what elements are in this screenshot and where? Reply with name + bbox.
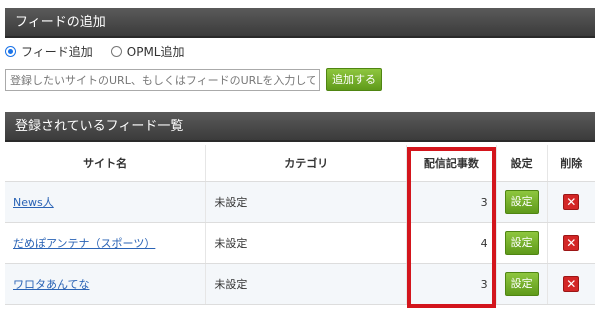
- table-row: だめぽアンテナ（スポーツ） 未設定 4 設定 ✕: [5, 222, 595, 264]
- opml-add-radio-label[interactable]: OPML追加: [127, 43, 185, 60]
- count-cell: 4: [406, 222, 497, 264]
- setting-button[interactable]: 設定: [504, 190, 539, 214]
- site-link[interactable]: News人: [13, 196, 54, 209]
- add-feed-title: フィードの追加: [15, 15, 106, 30]
- feed-add-radio[interactable]: [5, 45, 16, 57]
- table-row: ワロタあんてな 未設定 3 設定 ✕: [5, 263, 595, 305]
- table-row: News人 未設定 3 設定 ✕: [5, 181, 595, 223]
- setting-button[interactable]: 設定: [504, 231, 539, 255]
- close-icon[interactable]: ✕: [563, 276, 580, 292]
- setting-button[interactable]: 設定: [504, 272, 539, 296]
- feed-add-radio-label[interactable]: フィード追加: [21, 43, 93, 60]
- count-cell: 3: [406, 263, 497, 305]
- feed-list-header: 登録されているフィード一覧: [5, 112, 595, 142]
- col-header-category: カテゴリ: [205, 145, 407, 182]
- feed-table: サイト名 カテゴリ 配信記事数 設定 削除 News人 未設定 3 設定 ✕ だ…: [5, 145, 595, 305]
- category-cell: 未設定: [205, 222, 407, 264]
- count-cell: 3: [406, 181, 497, 223]
- category-cell: 未設定: [205, 181, 407, 223]
- add-feed-header: フィードの追加: [5, 8, 595, 38]
- close-icon[interactable]: ✕: [563, 194, 580, 210]
- opml-add-radio[interactable]: [110, 45, 122, 57]
- feed-url-input[interactable]: [5, 69, 320, 91]
- col-header-count: 配信記事数: [406, 145, 497, 182]
- close-icon[interactable]: ✕: [563, 235, 580, 251]
- col-header-site: サイト名: [5, 145, 206, 182]
- add-button[interactable]: 追加する: [326, 68, 382, 91]
- feed-type-radio-group: フィード追加 OPML追加: [5, 43, 203, 59]
- category-cell: 未設定: [205, 263, 407, 305]
- site-link[interactable]: だめぽアンテナ（スポーツ）: [13, 237, 155, 250]
- feed-list-title: 登録されているフィード一覧: [15, 119, 184, 134]
- col-header-setting: 設定: [495, 145, 548, 182]
- table-header-row: サイト名 カテゴリ 配信記事数 設定 削除: [5, 145, 595, 182]
- col-header-delete: 削除: [546, 145, 595, 182]
- site-link[interactable]: ワロタあんてな: [13, 278, 89, 291]
